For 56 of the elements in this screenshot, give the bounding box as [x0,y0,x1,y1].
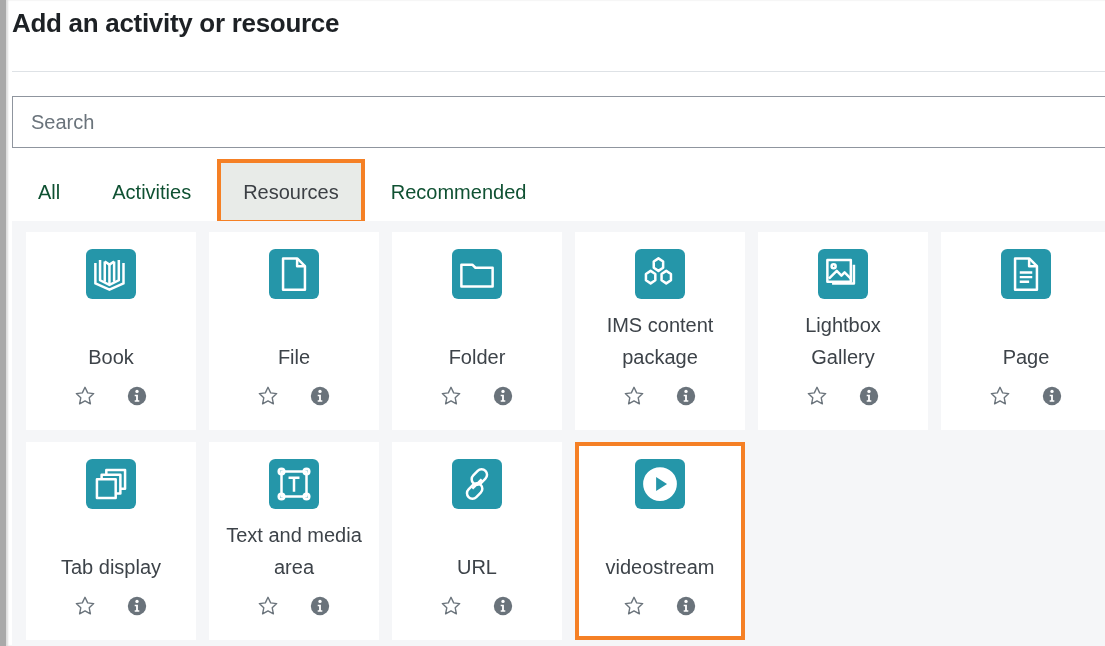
info-icon[interactable] [1041,385,1063,407]
item-card[interactable]: IMS content package [575,232,745,430]
star-icon[interactable] [74,595,96,617]
info-icon[interactable] [126,595,148,617]
stacked-squares-icon [86,459,136,509]
item-name: Tab display [59,555,163,580]
book-icon [86,249,136,299]
info-icon[interactable] [675,385,697,407]
images-icon [818,249,868,299]
star-icon[interactable] [257,385,279,407]
info-icon[interactable] [675,595,697,617]
star-icon[interactable] [623,595,645,617]
item-card[interactable]: Page [941,232,1105,430]
tab[interactable]: Resources [217,159,365,224]
star-icon[interactable] [623,385,645,407]
item-name: IMS content package [605,313,715,370]
info-icon[interactable] [492,595,514,617]
link-icon [452,459,502,509]
info-icon[interactable] [492,385,514,407]
item-name: Text and media area [225,523,363,580]
text-frame-icon [269,459,319,509]
star-icon[interactable] [257,595,279,617]
item-card[interactable]: Text and media area [209,442,379,640]
play-icon [635,459,685,509]
item-card[interactable]: videostream [575,442,745,640]
search-field[interactable]: Search [12,96,1105,148]
info-icon[interactable] [309,385,331,407]
item-name: Lightbox Gallery [804,313,882,370]
document-icon [1001,249,1051,299]
item-card[interactable]: URL [392,442,562,640]
folder-icon [452,249,502,299]
item-name: File [276,345,312,370]
dialog-title: Add an activity or resource [12,8,340,39]
item-name: URL [456,555,498,580]
info-icon[interactable] [858,385,880,407]
info-icon[interactable] [126,385,148,407]
star-icon[interactable] [440,595,462,617]
cubes-icon [635,249,685,299]
item-name: Book [87,345,135,370]
tab[interactable]: Activities [86,159,218,224]
item-card[interactable]: Tab display [26,442,196,640]
info-icon[interactable] [309,595,331,617]
tab[interactable]: Recommended [364,159,553,224]
item-name: Page [1001,345,1051,370]
star-icon[interactable] [74,385,96,407]
item-card[interactable]: File [209,232,379,430]
star-icon[interactable] [806,385,828,407]
star-icon[interactable] [440,385,462,407]
tab[interactable]: All [12,159,87,224]
star-icon[interactable] [989,385,1011,407]
item-card[interactable]: Lightbox Gallery [758,232,928,430]
file-icon [269,249,319,299]
item-card[interactable]: Book [26,232,196,430]
item-name: videostream [604,555,716,580]
item-card[interactable]: Folder [392,232,562,430]
item-name: Folder [447,345,507,370]
